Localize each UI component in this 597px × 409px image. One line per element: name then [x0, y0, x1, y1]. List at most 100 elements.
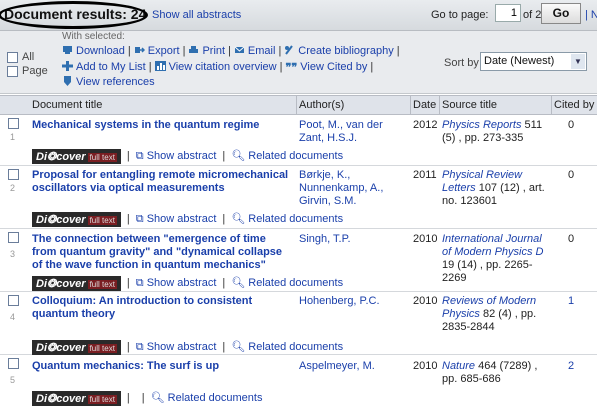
results-table-header: Document title Author(s) Date Source tit… [0, 95, 597, 115]
page-total-label: of 2 [523, 9, 542, 21]
tool-row-3: View references [62, 76, 155, 88]
related-documents-link[interactable]: 🔍︎ Related documents [151, 392, 263, 404]
show-abstract-label: Show abstract [146, 277, 217, 289]
discover-full-text-button[interactable]: Di❂cover full text [32, 149, 121, 164]
source-title: Physical Review Letters 107 (12) , art. … [442, 169, 552, 208]
bibliography-label: Create bibliography [298, 45, 394, 57]
related-documents-link[interactable]: 🔍︎ Related documents [231, 277, 343, 289]
date-value: 2010 [413, 233, 438, 245]
print-link[interactable]: Print [188, 45, 225, 57]
abstract-icon: ⧉ [135, 213, 147, 225]
show-all-abstracts-link[interactable]: Show all abstracts [152, 9, 241, 21]
discover-full-text-button[interactable]: Di❂cover full text [32, 340, 121, 355]
view-cited-by-link[interactable]: ❞❞ View Cited by [285, 61, 367, 74]
source-title: International Journal of Modern Physics … [442, 233, 552, 285]
discover-label: Di❂cover [36, 214, 86, 226]
select-page-checkbox[interactable] [7, 66, 18, 77]
go-button[interactable]: Go [541, 3, 581, 24]
show-abstract-link[interactable]: ⧉ Show abstract [136, 213, 217, 225]
goto-page-label: Go to page: [431, 9, 489, 21]
next-page-link[interactable]: | Next > [585, 9, 597, 21]
document-title-link[interactable]: Mechanical systems in the quantum regime [32, 119, 290, 132]
row-actions: Di❂cover full text | ⧉ Show abstract | 🔍︎ Rel… [32, 212, 343, 227]
show-abstract-link[interactable]: ⧉ Show abstract [136, 150, 217, 162]
journal-link[interactable]: International Journal of Modern Physics … [442, 233, 543, 258]
show-abstract-label: Show abstract [146, 341, 217, 353]
discover-label: Di❂cover [36, 151, 86, 163]
email-label: Email [247, 45, 276, 57]
source-title: Nature 464 (7289) , pp. 685-686 [442, 360, 552, 386]
authors-link[interactable]: Aspelmeyer, M. [299, 360, 407, 373]
authors-link[interactable]: Poot, M., van der Zant, H.S.J. [299, 119, 407, 145]
document-title-link[interactable]: Proposal for entangling remote micromech… [32, 169, 290, 195]
row-checkbox[interactable] [8, 169, 19, 180]
column-authors[interactable]: Author(s) [299, 99, 344, 111]
chart-icon [154, 61, 166, 71]
discover-label: Di❂cover [36, 393, 86, 405]
table-row: 1 Mechanical systems in the quantum regi… [0, 115, 597, 166]
select-page-label: Page [22, 65, 48, 77]
related-documents-link[interactable]: 🔍︎ Related documents [231, 213, 343, 225]
view-references-link[interactable]: View references [62, 76, 155, 88]
show-abstract-link[interactable]: ⧉ Show abstract [136, 277, 217, 289]
sort-select[interactable]: Date (Newest) ▼ [480, 52, 587, 71]
citation-overview-link[interactable]: View citation overview [154, 61, 277, 73]
date-value: 2012 [413, 119, 438, 131]
sort-by-label: Sort by [444, 57, 479, 69]
cited-by-count[interactable]: 1 [568, 295, 574, 307]
document-title-link[interactable]: Colloquium: An introduction to consisten… [32, 295, 290, 321]
table-row: 5 Quantum mechanics: The surf is up Aspe… [0, 355, 597, 409]
abstract-icon: ⧉ [135, 341, 147, 353]
show-abstract-label: Show abstract [146, 213, 217, 225]
document-title-link[interactable]: The connection between "emergence of tim… [32, 233, 290, 272]
citation-overview-label: View citation overview [168, 61, 277, 73]
column-cited-by[interactable]: Cited by [554, 99, 594, 111]
journal-link[interactable]: Physics Reports [442, 119, 521, 131]
document-title-link[interactable]: Quantum mechanics: The surf is up [32, 360, 290, 373]
download-link[interactable]: Download [62, 45, 125, 57]
full-text-label: full text [87, 280, 117, 289]
with-selected-label: With selected: [62, 31, 125, 42]
authors-link[interactable]: Singh, T.P. [299, 233, 407, 246]
select-all-checkbox[interactable] [7, 52, 18, 63]
email-link[interactable]: Email [234, 45, 276, 57]
authors-link[interactable]: Hohenberg, P.C. [299, 295, 407, 308]
full-text-label: full text [87, 216, 117, 225]
discover-full-text-button[interactable]: Di❂cover full text [32, 391, 121, 406]
cited-by-count: 0 [568, 169, 575, 181]
add-to-list-link[interactable]: Add to My List [62, 61, 146, 73]
tool-row-2: Add to My List | View citation overview | ❞❞… [62, 61, 376, 74]
related-documents-link[interactable]: 🔍︎ Related documents [231, 150, 343, 162]
authors-link[interactable]: Børkje, K., Nunnenkamp, A., Girvin, S.M. [299, 169, 407, 208]
source-title: Physics Reports 511 (5) , pp. 273-335 [442, 119, 552, 145]
column-title[interactable]: Document title [32, 99, 102, 111]
search-icon: 🔍︎ [231, 341, 249, 353]
journal-link[interactable]: Nature [442, 360, 475, 372]
row-number: 5 [10, 375, 16, 385]
related-documents-link[interactable]: 🔍︎ Related documents [231, 341, 343, 353]
export-link[interactable]: Export [134, 45, 180, 57]
column-source[interactable]: Source title [442, 99, 497, 111]
date-value: 2011 [413, 169, 437, 181]
show-abstract-link[interactable]: ⧉ Show abstract [136, 341, 217, 353]
create-bibliography-link[interactable]: Create bibliography [284, 45, 394, 57]
row-checkbox[interactable] [8, 118, 19, 129]
row-checkbox[interactable] [8, 358, 19, 369]
row-checkbox[interactable] [8, 295, 19, 306]
row-actions: Di❂cover full text | ⧉ Show abstract | 🔍︎ Rel… [32, 149, 343, 164]
row-number: 1 [10, 132, 16, 142]
discover-full-text-button[interactable]: Di❂cover full text [32, 276, 121, 291]
discover-full-text-button[interactable]: Di❂cover full text [32, 212, 121, 227]
row-number: 3 [10, 249, 16, 259]
abstract-icon: ⧉ [135, 150, 147, 162]
table-row: 4 Colloquium: An introduction to consist… [0, 292, 597, 355]
show-abstract-label: Show abstract [146, 150, 217, 162]
download-label: Download [76, 45, 125, 57]
cited-by-count[interactable]: 2 [568, 360, 574, 372]
source-title: Reviews of Modern Physics 82 (4) , pp. 2… [442, 295, 552, 334]
page-number-input[interactable] [495, 4, 521, 22]
column-date[interactable]: Date [413, 99, 436, 111]
row-checkbox[interactable] [8, 232, 19, 243]
export-label: Export [147, 45, 180, 57]
chevron-down-icon[interactable]: ▼ [571, 54, 585, 69]
